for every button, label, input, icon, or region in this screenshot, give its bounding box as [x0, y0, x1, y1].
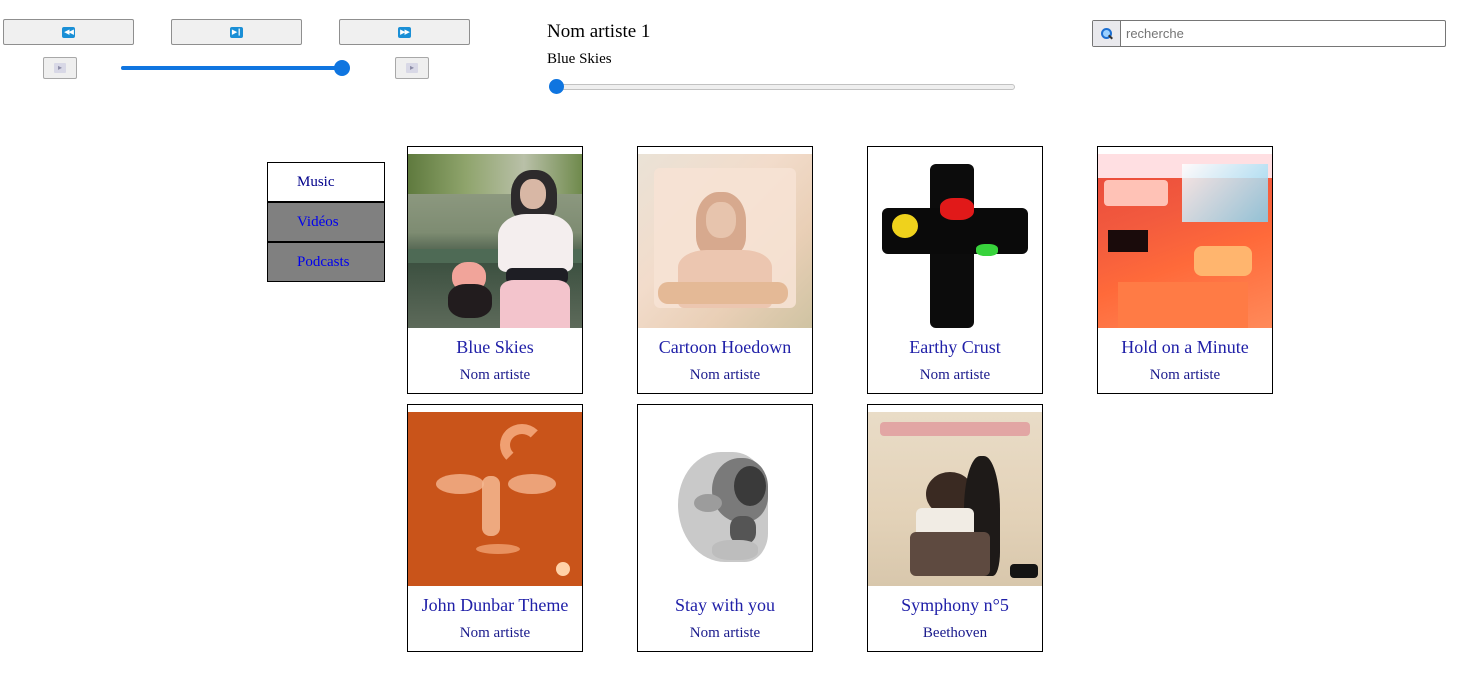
nav-item-videos[interactable]: Vidéos: [267, 202, 385, 242]
now-playing-artist: Nom artiste 1: [547, 21, 651, 42]
album-cover-image: [868, 412, 1042, 586]
nav-item-music[interactable]: Music: [267, 162, 385, 202]
volume-up-icon: ▸: [406, 63, 418, 73]
track-artist: Nom artiste: [919, 367, 991, 383]
track-artist: Nom artiste: [459, 625, 531, 641]
progress-slider-thumb[interactable]: [549, 79, 564, 94]
nav-item-label: Vidéos: [297, 214, 339, 230]
skip-previous-icon: ◀◀: [62, 26, 75, 38]
skip-next-icon: ▶▶: [398, 26, 411, 38]
track-artist: Nom artiste: [689, 625, 761, 641]
search-button[interactable]: [1093, 21, 1121, 46]
track-card[interactable]: Cartoon Hoedown Nom artiste: [637, 146, 813, 394]
track-card[interactable]: Earthy Crust Nom artiste: [867, 146, 1043, 394]
nav-item-label: Music: [297, 174, 335, 190]
volume-down-icon: ▸: [54, 63, 66, 73]
track-title: Cartoon Hoedown: [658, 337, 792, 357]
volume-slider[interactable]: [121, 60, 353, 78]
search-icon: [1100, 27, 1113, 40]
track-card[interactable]: Stay with you Nom artiste: [637, 404, 813, 652]
volume-up-button[interactable]: ▸: [395, 57, 429, 79]
album-cover-image: [1098, 154, 1272, 328]
now-playing-track: Blue Skies: [547, 51, 612, 67]
track-artist: Beethoven: [922, 625, 988, 641]
track-title: Stay with you: [674, 595, 775, 615]
progress-slider-track: [549, 84, 1015, 90]
previous-button[interactable]: ◀◀: [3, 19, 134, 45]
track-artist: Nom artiste: [459, 367, 531, 383]
track-title: Hold on a Minute: [1121, 337, 1249, 357]
album-cover-image: [408, 412, 582, 586]
album-cover-image: [638, 154, 812, 328]
volume-down-button[interactable]: ▸: [43, 57, 77, 79]
nav-item-podcasts[interactable]: Podcasts: [267, 242, 385, 282]
track-card[interactable]: Symphony n°5 Beethoven: [867, 404, 1043, 652]
track-title: Blue Skies: [456, 337, 534, 357]
progress-slider[interactable]: [549, 79, 1017, 95]
track-title: Earthy Crust: [909, 337, 1001, 357]
play-pause-button[interactable]: ▶❙: [171, 19, 302, 45]
album-cover-image: [638, 412, 812, 586]
album-cover-image: [408, 154, 582, 328]
search-input[interactable]: [1121, 21, 1445, 46]
volume-slider-fill: [121, 66, 349, 70]
track-card[interactable]: Hold on a Minute Nom artiste: [1097, 146, 1273, 394]
track-artist: Nom artiste: [1149, 367, 1221, 383]
nav-item-label: Podcasts: [297, 254, 350, 270]
play-pause-icon: ▶❙: [230, 26, 243, 38]
search-box: [1092, 20, 1446, 47]
track-card[interactable]: Blue Skies Nom artiste: [407, 146, 583, 394]
track-artist: Nom artiste: [689, 367, 761, 383]
next-button[interactable]: ▶▶: [339, 19, 470, 45]
volume-slider-thumb[interactable]: [334, 60, 350, 76]
track-title: Symphony n°5: [901, 595, 1009, 615]
track-title: John Dunbar Theme: [421, 595, 569, 615]
track-card[interactable]: John Dunbar Theme Nom artiste: [407, 404, 583, 652]
album-cover-image: [868, 154, 1042, 328]
